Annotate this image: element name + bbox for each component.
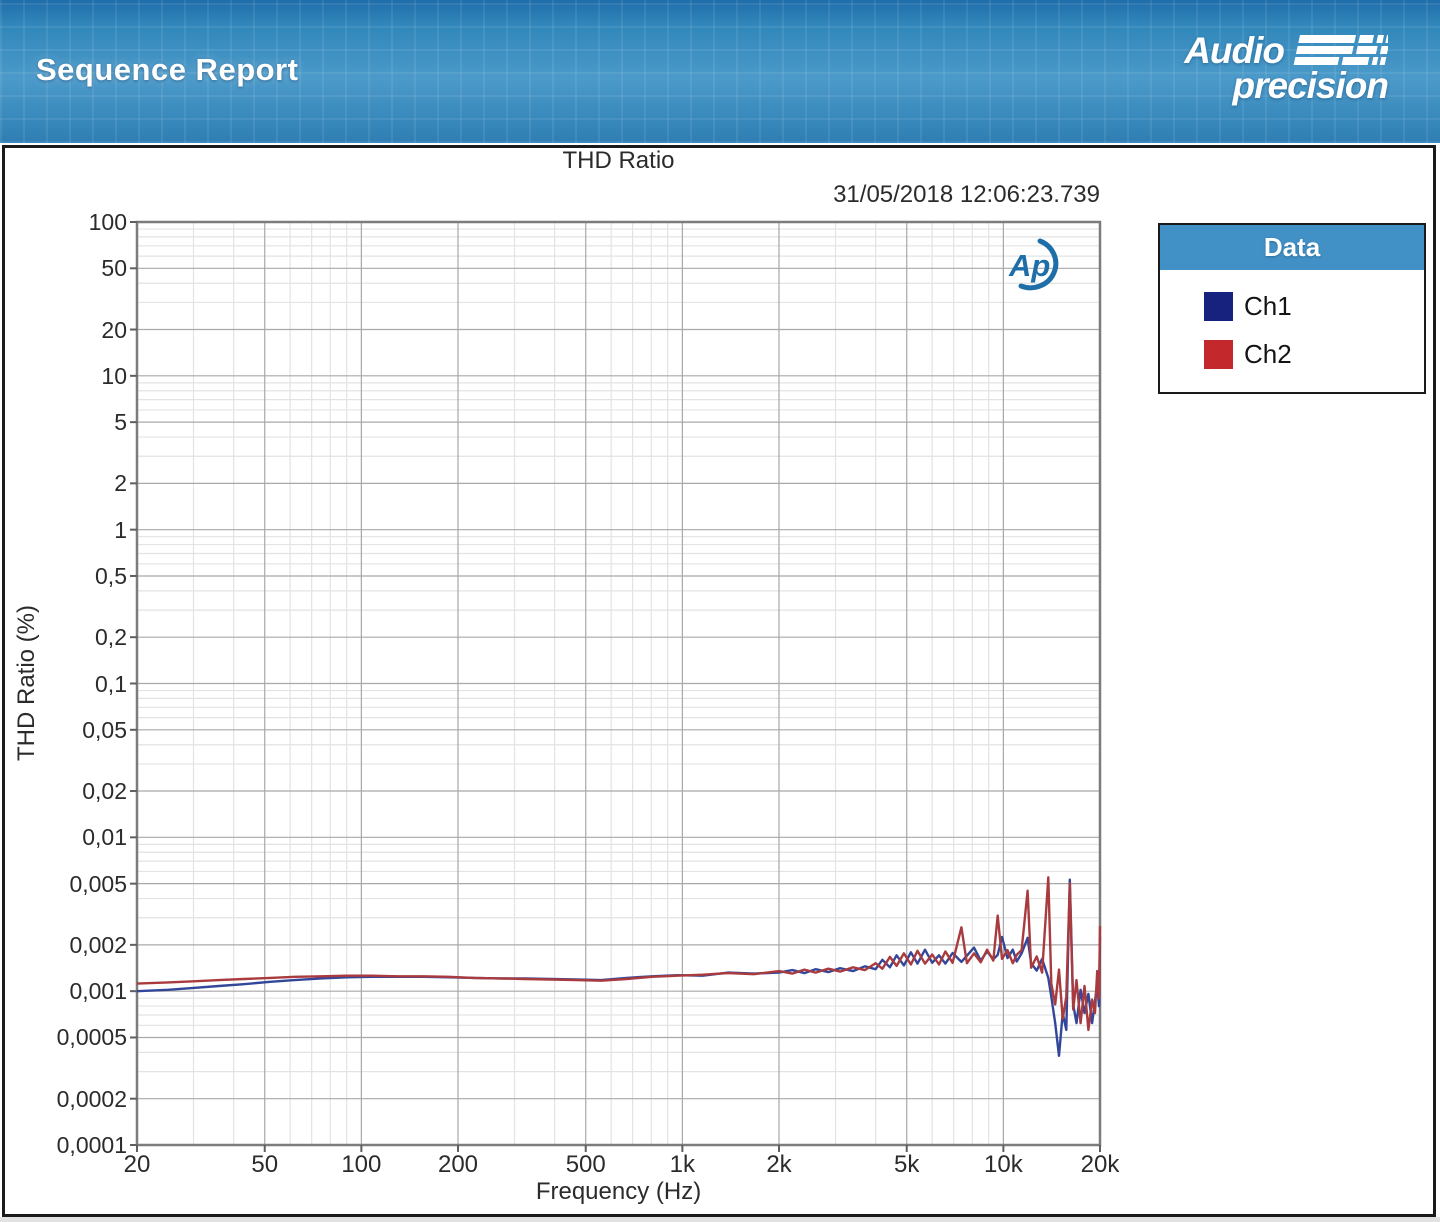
- x-tick-label: 20: [123, 1151, 151, 1178]
- brand-bars-icon: [1293, 35, 1388, 65]
- legend-label: Ch1: [1244, 290, 1292, 321]
- brand-word-precision: precision: [1232, 65, 1390, 106]
- y-tick-label: 0,1: [95, 670, 127, 697]
- audio-precision-logo: Audio precision: [1148, 30, 1390, 114]
- page-title: Sequence Report: [36, 52, 299, 87]
- x-tick-label: 500: [565, 1151, 606, 1178]
- y-tick-label: 0,005: [69, 870, 127, 897]
- legend-box: Data Ch1 Ch2: [1158, 223, 1426, 394]
- brand-word-audio: Audio: [1184, 30, 1285, 71]
- y-tick-label: 2: [114, 470, 127, 497]
- sequence-report-page: Sequence Report Audio precision THD Rati…: [0, 0, 1440, 1222]
- measurement-timestamp: 31/05/2018 12:06:23.739: [833, 181, 1100, 208]
- y-tick-label: 0,02: [82, 778, 127, 805]
- legend-body: Ch1 Ch2: [1160, 270, 1424, 392]
- chart-title: THD Ratio: [562, 147, 675, 174]
- x-tick-label: 20k: [1080, 1151, 1120, 1178]
- x-tick-label: 100: [341, 1151, 382, 1178]
- x-tick-label: 50: [251, 1151, 279, 1178]
- legend-item-ch2: Ch2: [1204, 330, 1424, 378]
- legend-item-ch1: Ch1: [1204, 282, 1424, 330]
- report-banner: Sequence Report Audio precision: [0, 0, 1440, 143]
- legend-label: Ch2: [1244, 338, 1292, 369]
- x-tick-label: 5k: [894, 1151, 920, 1178]
- legend-header: Data: [1160, 225, 1424, 270]
- x-tick-label: 1k: [669, 1151, 696, 1178]
- page-bottom-strip: [0, 1217, 1440, 1222]
- y-tick-label: 0,0002: [56, 1085, 127, 1112]
- x-tick-label: 10k: [984, 1151, 1023, 1178]
- y-tick-label: 0,0005: [56, 1024, 127, 1051]
- y-tick-label: 0,5: [95, 562, 127, 589]
- y-tick-label: 0,01: [82, 824, 127, 851]
- y-tick-label: 0,2: [95, 624, 127, 651]
- ap-circle-logo-icon: Ap: [1000, 236, 1078, 294]
- y-tick-label: 10: [101, 362, 127, 389]
- thd-ratio-plot: [130, 220, 1102, 1152]
- x-tick-label: 200: [437, 1151, 479, 1178]
- x-axis-title: Frequency (Hz): [535, 1178, 702, 1205]
- svg-text:Ap: Ap: [1008, 248, 1050, 283]
- y-tick-label: 20: [101, 316, 127, 343]
- x-tick-label: 2k: [766, 1151, 792, 1178]
- trace-ch1: [136, 878, 1102, 1057]
- legend-swatch-ch1: [1204, 291, 1233, 321]
- y-tick-label: 100: [88, 209, 127, 235]
- y-tick-label: 0,05: [82, 716, 127, 743]
- y-tick-label: 0,001: [69, 978, 127, 1005]
- y-tick-label: 1: [114, 516, 127, 543]
- y-tick-label: 50: [101, 255, 127, 282]
- y-tick-label: 5: [114, 409, 127, 436]
- trace-ch2: [136, 876, 1102, 1032]
- y-tick-label: 0,002: [69, 931, 127, 958]
- legend-swatch-ch2: [1204, 339, 1233, 369]
